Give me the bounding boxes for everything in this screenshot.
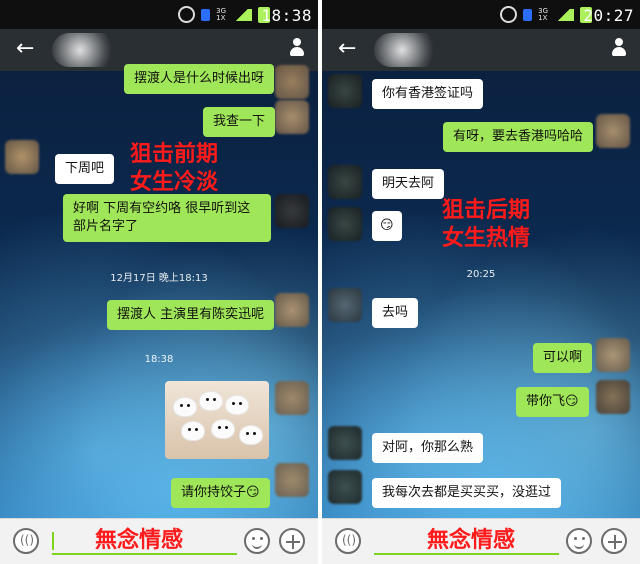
message-incoming[interactable]: 我每次去都是买买买，没逛过 <box>372 478 562 508</box>
signal-icon <box>232 8 252 21</box>
status-time: 20:27 <box>583 6 634 25</box>
input-bar: (() 無念情感 <box>322 518 640 564</box>
dumpling-face-icon <box>173 397 197 417</box>
status-icons: 3G 1X <box>178 6 270 23</box>
receiver-avatar <box>328 165 362 199</box>
watermark-text: 無念情感 <box>95 528 184 553</box>
chat-header: ← <box>322 29 640 71</box>
message-outgoing[interactable]: 摆渡人 主演里有陈奕迅呢 <box>107 300 275 330</box>
dumpling-face-icon <box>181 421 205 441</box>
network-type: 3G 1X <box>538 7 548 22</box>
alarm-icon <box>500 6 518 23</box>
profile-body <box>290 47 304 56</box>
annotation-label: 狙击前期 女生冷淡 <box>130 142 219 195</box>
watermark-text: 無念情感 <box>427 528 516 553</box>
status-bar: 3G 1X 20:27 <box>322 0 640 29</box>
alarm-icon <box>178 6 196 23</box>
emoji-icon[interactable] <box>244 528 270 554</box>
sim-icon <box>201 8 211 21</box>
annotation-label: 狙击后期 女生热情 <box>442 198 531 251</box>
contact-name-redacted <box>52 33 122 67</box>
sender-avatar <box>275 293 309 327</box>
sender-avatar <box>275 194 309 228</box>
message-incoming[interactable]: 对阿，你那么熟 <box>372 433 484 463</box>
sender-avatar <box>275 463 309 497</box>
emoji-icon[interactable] <box>566 528 592 554</box>
status-icons: 3G 1X <box>500 6 592 23</box>
status-bar: 3G 1X 18:38 <box>0 0 318 29</box>
message-outgoing[interactable]: 请你持饺子😏 <box>171 478 270 508</box>
back-arrow-icon[interactable]: ← <box>338 38 356 60</box>
input-bar: (() 無念情感 <box>0 518 318 564</box>
back-arrow-icon[interactable]: ← <box>16 38 34 60</box>
right-phone: 3G 1X 20:27 ← 你有香港签证吗 有呀，要去香港吗哈哈 明天去阿 😏 … <box>322 0 640 564</box>
plus-icon[interactable] <box>601 528 627 554</box>
voice-glyph: (() <box>20 533 35 547</box>
receiver-avatar <box>328 74 362 108</box>
timestamp: 20:25 <box>466 269 496 280</box>
profile-icon[interactable] <box>610 38 628 56</box>
message-incoming[interactable]: 去吗 <box>372 298 419 328</box>
message-outgoing[interactable]: 好啊 下周有空约咯 很早听到这部片名字了 <box>63 194 271 242</box>
timestamp: 18:38 <box>144 354 174 365</box>
voice-glyph: (() <box>342 533 357 547</box>
sender-avatar <box>596 338 630 372</box>
sender-avatar <box>275 100 309 134</box>
profile-body <box>612 47 626 56</box>
message-outgoing[interactable]: 摆渡人是什么时候出呀 <box>124 64 275 94</box>
signal-icon <box>554 8 574 21</box>
receiver-avatar <box>328 288 362 322</box>
dumpling-face-icon <box>199 391 223 411</box>
message-outgoing[interactable]: 有呀，要去香港吗哈哈 <box>443 122 594 152</box>
profile-head <box>615 38 623 46</box>
receiver-avatar <box>5 140 39 174</box>
dumpling-photo[interactable] <box>165 381 269 459</box>
receiver-avatar <box>328 470 362 504</box>
voice-icon[interactable]: (() <box>335 528 361 554</box>
network-1x: 1X <box>538 13 548 22</box>
sender-avatar <box>596 114 630 148</box>
plus-icon[interactable] <box>279 528 305 554</box>
network-type: 3G 1X <box>216 7 226 22</box>
message-incoming[interactable]: 明天去阿 <box>372 169 445 199</box>
dumpling-face-icon <box>239 425 263 445</box>
sender-avatar <box>275 65 309 99</box>
message-incoming[interactable]: 下周吧 <box>55 154 115 184</box>
contact-name-redacted <box>374 33 444 67</box>
text-cursor <box>52 532 54 550</box>
message-outgoing[interactable]: 我查一下 <box>203 107 276 137</box>
left-phone: 3G 1X 18:38 ← 摆渡人是什么时候出呀 我查一下 下周吧 好啊 下周有… <box>0 0 318 564</box>
status-time: 18:38 <box>261 6 312 25</box>
sender-avatar <box>275 381 309 415</box>
message-incoming[interactable]: 你有香港签证吗 <box>372 79 484 109</box>
dumpling-face-icon <box>225 395 249 415</box>
voice-icon[interactable]: (() <box>13 528 39 554</box>
profile-head <box>293 38 301 46</box>
message-outgoing[interactable]: 可以啊 <box>533 343 593 373</box>
message-incoming-emoji[interactable]: 😏 <box>372 211 402 241</box>
timestamp: 12月17日 晚上18:13 <box>110 273 208 284</box>
receiver-avatar <box>328 207 362 241</box>
sim-icon <box>523 8 533 21</box>
chat-background <box>0 71 318 518</box>
dumpling-face-icon <box>211 419 235 439</box>
receiver-avatar <box>328 426 362 460</box>
message-outgoing[interactable]: 带你飞😏 <box>516 387 589 417</box>
profile-icon[interactable] <box>288 38 306 56</box>
sender-avatar <box>596 380 630 414</box>
network-1x: 1X <box>216 13 226 22</box>
